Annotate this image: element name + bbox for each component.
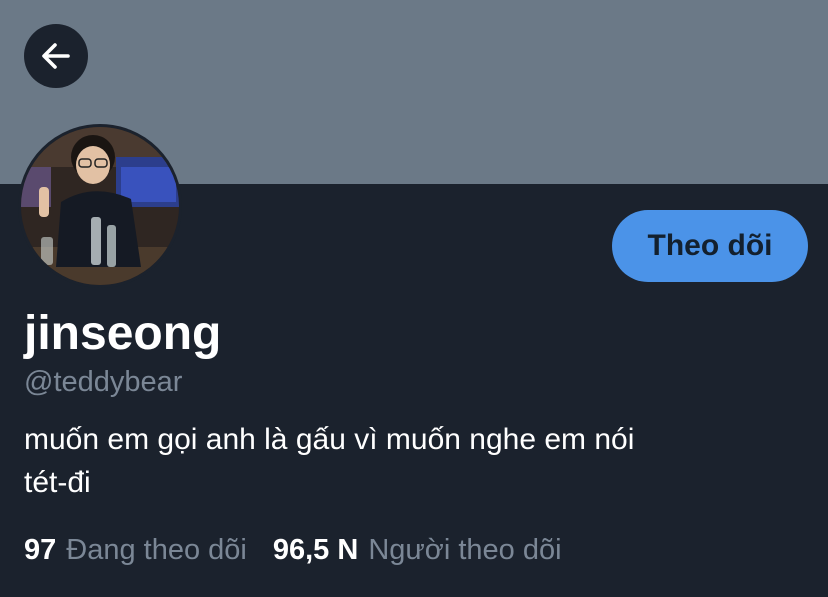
avatar[interactable] bbox=[18, 124, 182, 288]
profile-bio: muốn em gọi anh là gấu vì muốn nghe em n… bbox=[24, 418, 814, 504]
arrow-left-icon bbox=[42, 43, 70, 69]
display-name: jinseong bbox=[24, 307, 222, 360]
bio-line: tét-đi bbox=[24, 466, 91, 499]
avatar-photo bbox=[21, 127, 179, 285]
user-handle: @teddybear bbox=[24, 366, 183, 398]
following-count: 97 bbox=[24, 534, 57, 566]
following-stat[interactable]: 97 Đang theo dõi bbox=[24, 530, 247, 570]
back-button[interactable] bbox=[24, 24, 88, 88]
followers-label: Người theo dõi bbox=[368, 534, 562, 566]
followers-count: 96,5 N bbox=[272, 534, 359, 566]
profile-stats: 97 Đang theo dõi 96,5 N Người theo dõi bbox=[24, 530, 588, 570]
followers-stat[interactable]: 96,5 N Người theo dõi bbox=[273, 530, 562, 570]
following-label: Đang theo dõi bbox=[66, 534, 247, 566]
follow-button[interactable]: Theo dõi bbox=[612, 210, 808, 282]
bio-line: muốn em gọi anh là gấu vì muốn nghe em n… bbox=[24, 423, 635, 456]
